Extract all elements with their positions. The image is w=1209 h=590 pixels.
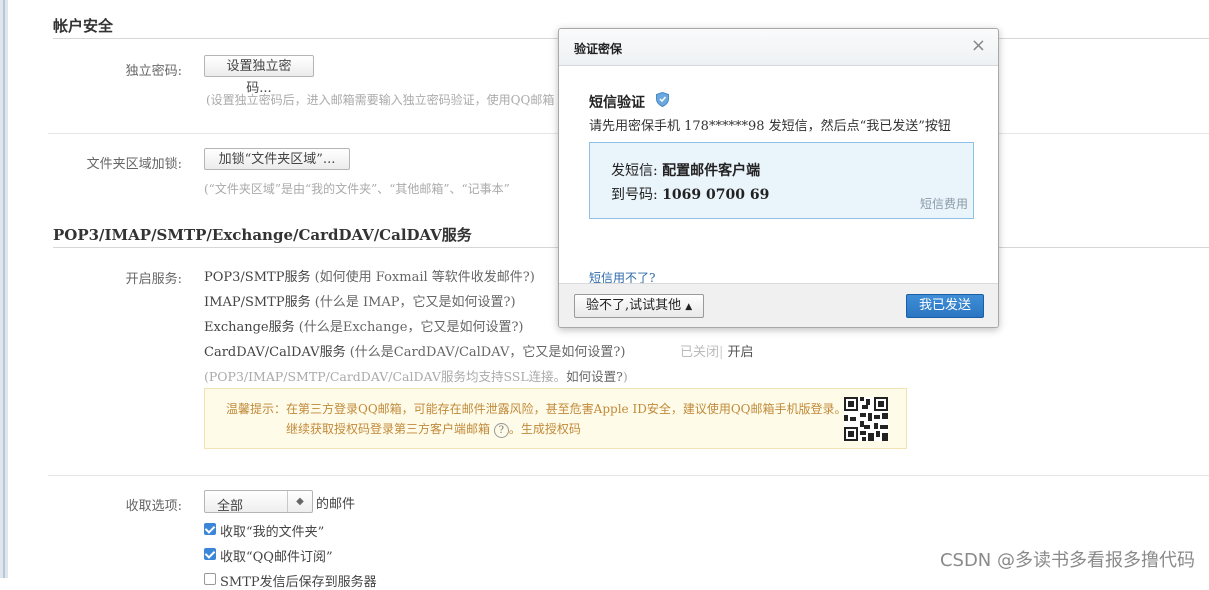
receive-options-label: 收取选项: [125, 499, 182, 514]
sms-verify-heading: 短信验证 [589, 95, 645, 111]
verify-security-dialog: 验证密保 × 短信验证 请先用密保手机 178******98 发短信，然后点“… [558, 28, 999, 328]
service-name: Exchange服务 [204, 320, 295, 335]
sms-number-row: 到号码: 1069 0700 69 [611, 184, 769, 204]
send-label: 发短信: [611, 163, 658, 179]
help-icon[interactable]: ? [493, 423, 509, 438]
service-exchange: Exchange服务 (什么是Exchange，它又是如何设置?) [204, 316, 524, 335]
checkbox-my-folder[interactable] [204, 523, 216, 535]
service-help-link[interactable]: (什么是 IMAP，它又是如何设置?) [315, 295, 516, 310]
try-other-methods-button[interactable]: 验不了,试试其他 ▲ [574, 294, 705, 318]
checkbox-save-smtp[interactable] [204, 573, 216, 585]
service-name: IMAP/SMTP服务 [204, 295, 311, 310]
service-name: CardDAV/CalDAV服务 [204, 345, 346, 360]
divider [48, 475, 1209, 476]
shield-icon [656, 92, 669, 107]
folder-lock-label: 文件夹区域加锁: [86, 157, 182, 172]
ssl-howto-link[interactable]: 如何设置? [566, 369, 623, 384]
sms-fee-link[interactable]: 短信费用 [920, 195, 968, 212]
ssl-note-text: (POP3/IMAP/SMTP/CardDAV/CalDAV服务均支持SSL连接… [204, 369, 567, 384]
to-label: 到号码: [611, 187, 658, 203]
set-standalone-password-button[interactable]: 设置独立密码... [204, 55, 314, 96]
carddav-status: 已关闭| 开启 [680, 341, 754, 360]
dialog-footer: 验不了,试试其他 ▲ 我已发送 [559, 283, 998, 327]
qr-code-icon [844, 397, 888, 441]
ssl-note-close: ) [622, 369, 628, 384]
service-carddav-caldav: CardDAV/CalDAV服务 (什么是CardDAV/CalDAV，它又是如… [204, 341, 625, 360]
send-value: 配置邮件客户端 [662, 163, 761, 179]
csdn-watermark: CSDN @多读书多看报多撸代码 [939, 550, 1195, 571]
service-imap-smtp: IMAP/SMTP服务 (什么是 IMAP，它又是如何设置?) [204, 291, 516, 310]
select-arrows-icon: ◆ [287, 491, 312, 512]
enable-carddav-link[interactable]: 开启 [728, 345, 754, 360]
generate-auth-code-link[interactable]: 生成授权码 [521, 422, 581, 436]
caret-up-icon: ▲ [685, 302, 693, 312]
checkbox-my-folder-label: 收取“我的文件夹” [220, 525, 325, 540]
service-help-link[interactable]: (什么是Exchange，它又是如何设置?) [299, 320, 524, 335]
service-pop3-smtp: POP3/SMTP服务 (如何使用 Foxmail 等软件收发邮件?) [204, 266, 535, 285]
try-other-label: 验不了,试试其他 [586, 298, 682, 313]
checkbox-qq-subscription-label: 收取“QQ邮件订阅” [220, 550, 333, 565]
tip-line-2-text: 继续获取授权码登录第三方客户端邮箱 [286, 422, 491, 436]
sms-content-row: 发短信: 配置邮件客户端 [611, 160, 760, 180]
lock-folder-area-button[interactable]: 加锁“文件夹区域”... [204, 148, 350, 170]
sms-info-box: 发短信: 配置邮件客户端 到号码: 1069 0700 69 短信费用 [589, 142, 974, 219]
i-have-sent-button[interactable]: 我已发送 [906, 294, 984, 318]
account-security-title: 帐户安全 [53, 17, 114, 35]
service-help-link[interactable]: (如何使用 Foxmail 等软件收发邮件?) [315, 270, 535, 285]
status-off: 已关闭 [680, 345, 720, 360]
tip-line-1: 温馨提示：在第三方登录QQ邮箱，可能存在邮件泄露风险，甚至危害Apple ID安… [226, 402, 847, 416]
close-icon[interactable]: × [971, 37, 986, 55]
to-value: 1069 0700 69 [662, 187, 770, 203]
standalone-password-hint: (设置独立密码后，进入邮箱需要输入独立密码验证，使用QQ邮箱 [206, 93, 555, 107]
dialog-title: 验证密保 [574, 42, 623, 56]
services-title: POP3/IMAP/SMTP/Exchange/CardDAV/CalDAV服务 [53, 226, 472, 244]
tip-line-2: 继续获取授权码登录第三方客户端邮箱 ? 。生成授权码 [286, 420, 581, 438]
select-value: 全部 [217, 499, 244, 514]
service-help-link[interactable]: (什么是CardDAV/CalDAV，它又是如何设置?) [350, 345, 626, 360]
enable-services-label: 开启服务: [125, 272, 182, 287]
receive-scope-select[interactable]: 全部 ◆ [204, 490, 313, 514]
checkbox-save-smtp-label: SMTP发信后保存到服务器 [220, 575, 377, 590]
dialog-header: 验证密保 × [559, 29, 998, 66]
tip-line-2-end: 。 [508, 422, 521, 436]
select-suffix: 的邮件 [316, 497, 356, 512]
checkbox-qq-subscription[interactable] [204, 548, 216, 560]
warm-tip-box: 温馨提示：在第三方登录QQ邮箱，可能存在邮件泄露风险，甚至危害Apple ID安… [204, 388, 907, 449]
ssl-note: (POP3/IMAP/SMTP/CardDAV/CalDAV服务均支持SSL连接… [204, 366, 628, 385]
service-name: POP3/SMTP服务 [204, 270, 311, 285]
folder-lock-hint: (“文件夹区域”是由“我的文件夹”、“其他邮箱”、“记事本” [204, 182, 510, 196]
standalone-password-label: 独立密码: [125, 64, 182, 79]
status-separator: | [719, 345, 724, 360]
left-scroll-rail [0, 0, 8, 578]
sms-instruction: 请先用密保手机 178******98 发短信，然后点“我已发送”按钮 [589, 119, 951, 134]
